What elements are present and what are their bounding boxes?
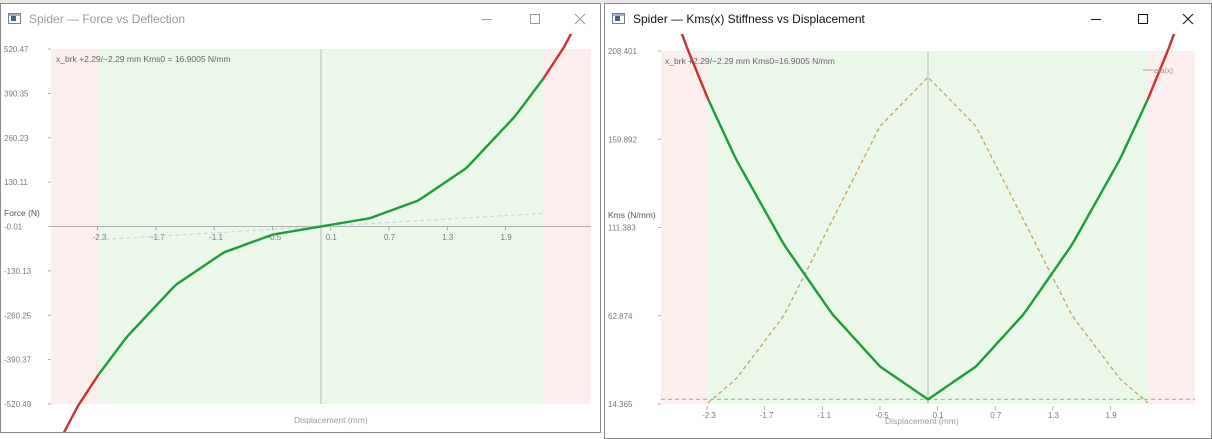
maximize-button[interactable] (1120, 4, 1166, 34)
x-tick-label: 1.3 (1048, 411, 1060, 420)
x-tick-label: 0.1 (326, 233, 338, 242)
y-tick-label: 159.892 (608, 135, 637, 144)
app-icon (612, 13, 625, 24)
x-tick-label: -1.7 (760, 411, 774, 420)
force-deflection-chart[interactable]: 520.47 390.35 260.23 130.11 -0.01 -130.13 -260… (1, 34, 601, 433)
y-tick-label: 260.23 (4, 134, 29, 143)
x-axis-label: Displacement (mm) (294, 415, 368, 425)
y-tick-label: 390.35 (4, 89, 29, 98)
chart-annotation: x_brk +2.29/−2.29 mm Kms0 = 16.9005 N/mm (56, 54, 231, 64)
x-axis-label: Displacement (mm) (885, 416, 959, 426)
y-tick-label: 14.365 (608, 400, 633, 409)
close-icon (574, 13, 586, 25)
x-tick-label: 1.9 (1105, 411, 1117, 420)
legend-label: eta(x) (1154, 66, 1174, 75)
title-bar[interactable]: Spider — Force vs Deflection (1, 4, 600, 34)
maximize-icon (530, 14, 540, 24)
x-tick-label: 1.3 (442, 233, 454, 242)
y-tick-label: 111.383 (608, 224, 636, 233)
chart-annotation: x_brk +2.29/−2.29 mm Kms0=16.9005 N/mm (665, 56, 835, 66)
close-button[interactable] (557, 4, 600, 34)
x-tick-label: -1.7 (151, 233, 165, 242)
close-button[interactable] (1165, 4, 1211, 34)
y-tick-label: -130.13 (4, 267, 32, 276)
y-tick-label: -390.37 (4, 356, 32, 365)
minimize-icon (482, 19, 492, 20)
y-tick-label: 208.401 (608, 47, 637, 56)
y-axis-label: Kms (N/mm) (608, 210, 656, 220)
y-tick-label: -260.25 (4, 311, 32, 320)
y-tick-label: -0.01 (4, 223, 23, 232)
title-bar[interactable]: Spider — Kms(x) Stiffness vs Displacemen… (605, 4, 1211, 34)
x-tick-label: -2.3 (93, 233, 107, 242)
stiffness-chart[interactable]: 208.401 159.892 111.383 62.874 14.365 -2.3 -1.… (605, 34, 1212, 439)
minimize-icon (1091, 19, 1101, 20)
y-tick-label: 62.874 (608, 312, 633, 321)
y-tick-label: 130.11 (4, 178, 28, 187)
x-tick-label: -1.1 (817, 411, 831, 420)
x-tick-label: 1.9 (501, 233, 513, 242)
x-tick-label: 0.7 (990, 411, 1002, 420)
y-axis-label: Force (N) (4, 208, 40, 218)
close-icon (1182, 13, 1194, 25)
app-icon (8, 13, 21, 24)
force-deflection-window[interactable]: Spider — Force vs Deflection 520.47 390.3… (0, 3, 601, 433)
x-tick-label: 0.7 (384, 233, 396, 242)
y-tick-label: 520.47 (4, 45, 29, 54)
x-tick-label: -2.3 (702, 411, 716, 420)
minimize-button[interactable] (1073, 4, 1119, 34)
y-tick-label: -520.49 (4, 400, 32, 409)
stiffness-window[interactable]: Spider — Kms(x) Stiffness vs Displacemen… (604, 3, 1212, 439)
maximize-button[interactable] (512, 4, 558, 34)
window-title: Spider — Force vs Deflection (29, 12, 186, 26)
minimize-button[interactable] (464, 4, 510, 34)
maximize-icon (1138, 14, 1148, 24)
x-tick-label: -1.1 (209, 233, 223, 242)
window-title: Spider — Kms(x) Stiffness vs Displacemen… (633, 12, 865, 26)
